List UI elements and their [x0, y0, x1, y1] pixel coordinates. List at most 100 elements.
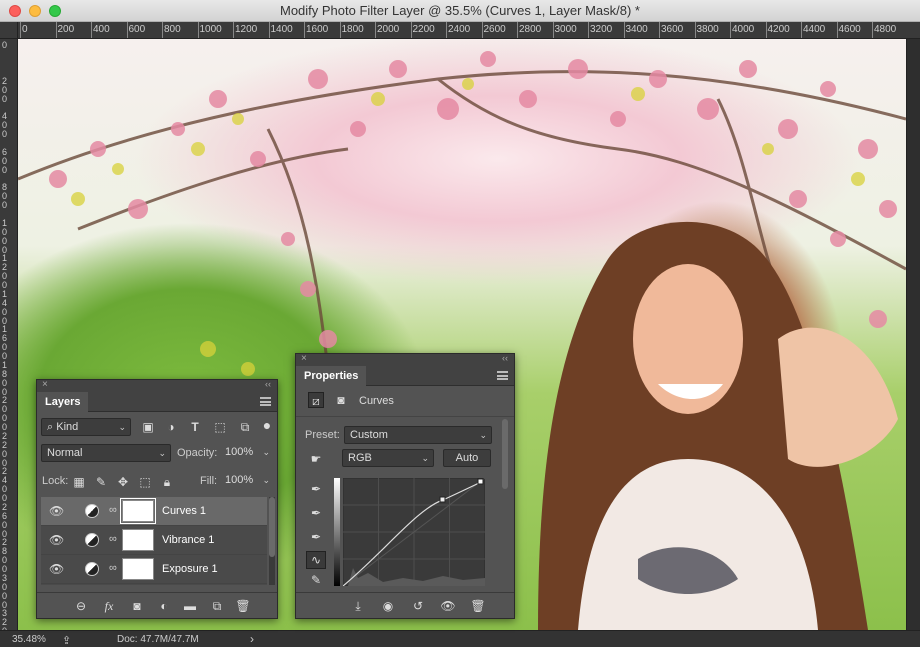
ruler-tick-label: 3200: [590, 24, 613, 35]
share-icon[interactable]: ⇪: [62, 634, 71, 647]
ruler-tick: [55, 22, 57, 38]
ruler-tick-label: 4200: [767, 24, 790, 35]
ruler-tick-label: 2200: [2, 430, 8, 468]
visibility-eye-icon[interactable]: 👁︎: [440, 598, 456, 614]
reset-icon[interactable]: ↺: [410, 598, 426, 614]
filter-kind-select[interactable]: ⌕ Kind ⌄: [41, 418, 131, 436]
link-icon[interactable]: ⊖: [73, 598, 89, 614]
ruler-tick-label: 3000: [2, 572, 8, 610]
folder-icon[interactable]: ▬: [182, 598, 198, 614]
visibility-eye-icon[interactable]: 👁︎: [49, 505, 64, 517]
close-panel-icon[interactable]: ×: [42, 379, 48, 390]
lock-all-icon[interactable]: 🔒︎: [159, 474, 175, 490]
curves-adjustment-icon: [85, 504, 99, 518]
layer-mask-thumbnail[interactable]: [120, 498, 156, 524]
minimize-window-button[interactable]: [29, 5, 41, 17]
chevron-down-icon: ⌄: [421, 453, 429, 463]
ruler-tick-label: 800: [164, 24, 181, 35]
view-previous-state-icon[interactable]: ◉: [380, 598, 396, 614]
smart-object-filter-icon[interactable]: ⧉: [237, 419, 253, 435]
layer-row-curves[interactable]: 👁︎ ∞ Curves 1: [41, 497, 267, 526]
properties-scrollbar[interactable]: [502, 419, 508, 489]
ruler-origin[interactable]: [0, 22, 18, 39]
trash-icon[interactable]: 🗑︎: [470, 598, 486, 614]
close-window-button[interactable]: [9, 5, 21, 17]
output-gradient: [334, 478, 340, 586]
ruler-tick: [446, 22, 447, 38]
ruler-tick-label: 200: [57, 24, 75, 35]
trash-icon[interactable]: 🗑︎: [235, 598, 251, 614]
zoom-level[interactable]: 35.48%: [12, 634, 46, 645]
title-bar: Modify Photo Filter Layer @ 35.5% (Curve…: [0, 0, 920, 22]
fx-icon[interactable]: fx: [101, 598, 117, 614]
panel-menu-icon[interactable]: [497, 371, 508, 380]
clip-to-layer-icon[interactable]: ⤓: [350, 598, 366, 614]
visibility-eye-icon[interactable]: 👁︎: [49, 534, 64, 546]
channel-select[interactable]: RGB ⌄: [342, 449, 434, 467]
ruler-tick: [517, 22, 518, 38]
preset-select[interactable]: Custom ⌄: [344, 426, 492, 444]
panel-menu-icon[interactable]: [260, 397, 271, 406]
pencil-draw-icon[interactable]: ✎: [308, 572, 324, 588]
ruler-tick-label: 2400: [448, 24, 471, 35]
curves-adjustment-icon[interactable]: ⧄: [308, 392, 324, 408]
white-point-eyedropper-icon[interactable]: ✒: [308, 529, 324, 545]
link-chain-icon[interactable]: ∞: [109, 533, 117, 545]
gray-point-eyedropper-icon[interactable]: ✒: [308, 505, 324, 521]
opacity-field[interactable]: 100% ⌄: [220, 444, 274, 462]
status-menu-arrow[interactable]: ›: [250, 632, 254, 646]
blend-mode-select[interactable]: Normal ⌄: [41, 444, 171, 462]
link-chain-icon[interactable]: ∞: [109, 504, 117, 516]
close-panel-icon[interactable]: ×: [301, 353, 307, 364]
ruler-tick-label: 2800: [2, 537, 8, 574]
curves-graph[interactable]: [343, 478, 485, 586]
ruler-tick-label: 1400: [2, 288, 8, 326]
maximize-window-button[interactable]: [49, 5, 61, 17]
tab-layers[interactable]: Layers: [37, 392, 89, 412]
adjustment-icon[interactable]: ◐: [156, 598, 172, 614]
fill-field[interactable]: 100% ⌄: [220, 472, 274, 490]
top-ruler[interactable]: 0 200 400 600 800 1000 1200 1400 1600 1800 2000 220…: [18, 22, 920, 39]
opacity-label: Opacity:: [177, 447, 218, 459]
adjustment-filter-icon[interactable]: ◑: [163, 419, 179, 435]
ruler-tick-label: 4000: [732, 24, 755, 35]
ruler-tick-label: 1000: [199, 24, 222, 35]
ruler-tick-label: 3200: [2, 608, 8, 631]
layer-mask-thumbnail[interactable]: [122, 558, 154, 580]
chevron-down-icon: ⌄: [262, 475, 270, 485]
lock-transparent-icon[interactable]: ▦: [71, 474, 87, 490]
vertical-scrollbar[interactable]: [906, 39, 920, 630]
left-ruler[interactable]: 0 200 400 600 800 1000 1200 1400 1600 1800 2000 220…: [0, 39, 18, 630]
auto-button[interactable]: Auto: [443, 449, 491, 467]
black-point-eyedropper-icon[interactable]: ✒: [308, 481, 324, 497]
shape-filter-icon[interactable]: ⬚: [212, 419, 228, 435]
image-filter-icon[interactable]: ▣: [140, 419, 156, 435]
mask-icon[interactable]: ◙: [129, 598, 145, 614]
tab-properties[interactable]: Properties: [296, 366, 367, 386]
layer-row-exposure[interactable]: 👁︎ ∞ Exposure 1: [41, 555, 267, 584]
ruler-tick: [233, 22, 234, 38]
type-filter-icon[interactable]: T: [187, 419, 203, 435]
ruler-tick: [375, 22, 376, 38]
target-adjustment-icon[interactable]: ☛: [308, 451, 324, 467]
collapse-panel-icon[interactable]: ‹‹: [502, 353, 508, 363]
curve-edit-icon[interactable]: ∿: [306, 551, 326, 569]
ruler-tick-label: 3400: [625, 24, 648, 35]
lock-pixels-icon[interactable]: ✎: [93, 474, 109, 490]
filter-toggle-icon[interactable]: ●: [259, 417, 275, 433]
ruler-tick: [339, 22, 341, 38]
new-layer-icon[interactable]: ⧉: [209, 598, 225, 614]
collapse-panel-icon[interactable]: ‹‹: [265, 379, 271, 389]
layer-list-scrollbar[interactable]: [269, 497, 275, 585]
link-chain-icon[interactable]: ∞: [109, 562, 117, 574]
mask-properties-icon[interactable]: ◙: [333, 392, 349, 408]
layer-row-vibrance[interactable]: 👁︎ ∞ Vibrance 1: [41, 526, 267, 555]
ruler-tick-label: 4400: [803, 24, 826, 35]
ruler-tick-label: 1400: [270, 24, 293, 35]
lock-artboard-icon[interactable]: ⬚: [137, 474, 153, 490]
visibility-eye-icon[interactable]: 👁︎: [49, 563, 64, 575]
lock-position-icon[interactable]: ✥: [115, 474, 131, 490]
ruler-tick: [268, 22, 270, 38]
layer-mask-thumbnail[interactable]: [122, 529, 154, 551]
window-title: Modify Photo Filter Layer @ 35.5% (Curve…: [279, 3, 640, 18]
